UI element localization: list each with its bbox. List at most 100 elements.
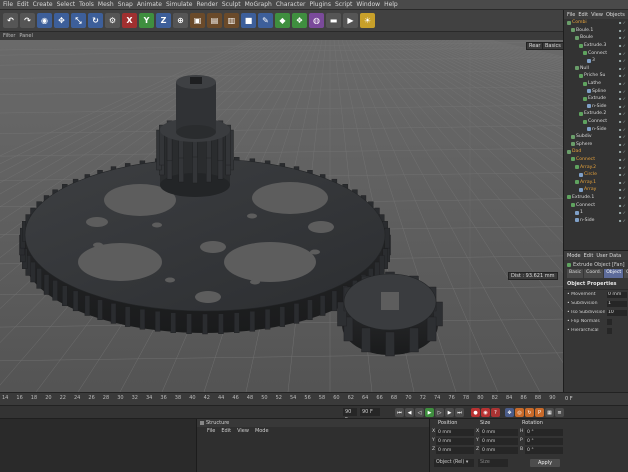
menu-item-mesh[interactable]: Mesh [98, 1, 114, 8]
position-field[interactable]: 0 mm [436, 429, 474, 436]
visibility-dots[interactable]: ▪ ✓ [619, 119, 626, 124]
timeline-ruler[interactable]: 14 16 18 20 22 24 26 28 30 32 34 36 38 40 42 44 46 48 50 52… [0, 392, 563, 405]
structure-menu-file[interactable]: File [207, 428, 215, 434]
3d-viewport[interactable]: Rear Basics Dist : 93.621 mm [0, 40, 563, 392]
edit-render-settings-icon[interactable]: ▥ [224, 13, 239, 28]
object-tree-row[interactable]: Connect ▪ ✓ [564, 118, 628, 126]
object-tree-row[interactable]: Boule ▪ ✓ [564, 34, 628, 42]
live-select-icon[interactable]: ◉ [37, 13, 52, 28]
rotation-field[interactable]: 0 ° [525, 447, 563, 454]
viewport-menu-filter[interactable]: Filter [3, 33, 15, 39]
object-tree-row[interactable]: Priche Su ▪ ✓ [564, 72, 628, 80]
size-field[interactable]: 0 mm [480, 429, 518, 436]
object-tree-row[interactable]: Array ▪ ✓ [564, 186, 628, 194]
array-icon[interactable]: ❖ [292, 13, 307, 28]
visibility-dots[interactable]: ▪ ✓ [619, 81, 626, 86]
object-tree-row[interactable]: Array.2 ▪ ✓ [564, 163, 628, 171]
visibility-dots[interactable]: ▪ ✓ [619, 58, 626, 63]
menu-item-file[interactable]: File [3, 1, 13, 8]
menu-item-snap[interactable]: Snap [118, 1, 133, 8]
object-tree-row[interactable]: Connect ▪ ✓ [564, 156, 628, 164]
visibility-dots[interactable]: ▪ ✓ [619, 43, 626, 48]
tab-object[interactable]: Object [604, 269, 624, 278]
visibility-dots[interactable]: ▪ ✓ [619, 111, 626, 116]
floor-icon[interactable]: ▬ [326, 13, 341, 28]
recent-tools-icon[interactable]: ⚙ [105, 13, 120, 28]
visibility-dots[interactable]: ▪ ✓ [619, 218, 626, 223]
object-menu-file[interactable]: File [567, 12, 575, 18]
object-tree-row[interactable]: Combi ▪ ✓ [564, 19, 628, 27]
menu-item-edit[interactable]: Edit [17, 1, 29, 8]
attribute-menu-mode[interactable]: Mode [567, 253, 581, 259]
rotation-field[interactable]: 0 ° [525, 438, 563, 445]
visibility-dots[interactable]: ▪ ✓ [619, 157, 626, 162]
param-key-icon[interactable]: P [535, 408, 544, 417]
property-value[interactable] [607, 318, 612, 325]
object-tree-row[interactable]: n-Side ▪ ✓ [564, 125, 628, 133]
goto-end-icon[interactable]: ⏭ [455, 408, 464, 417]
visibility-dots[interactable]: ▪ ✓ [619, 210, 626, 215]
y-axis-icon[interactable]: Y [139, 13, 154, 28]
visibility-dots[interactable]: ▪ ✓ [619, 149, 626, 154]
tab-caps[interactable]: Caps [624, 269, 628, 278]
object-tree-row[interactable]: Spline ▪ ✓ [564, 87, 628, 95]
structure-menu-mode[interactable]: Mode [255, 428, 269, 434]
coordinate-system-icon[interactable]: ⊕ [173, 13, 188, 28]
x-axis-icon[interactable]: X [122, 13, 137, 28]
visibility-dots[interactable]: ▪ ✓ [619, 89, 626, 94]
visibility-dots[interactable]: ▪ ✓ [619, 134, 626, 139]
size-mode-dropdown[interactable]: Size [478, 459, 508, 467]
pen-icon[interactable]: ✎ [258, 13, 273, 28]
position-field[interactable]: 0 mm [436, 447, 474, 454]
object-tree-row[interactable]: n-Side ▪ ✓ [564, 103, 628, 111]
visibility-dots[interactable]: ▪ ✓ [619, 73, 626, 78]
object-tree-row[interactable]: n-Side ▪ ✓ [564, 216, 628, 224]
visibility-dots[interactable]: ▪ ✓ [619, 28, 626, 33]
autokey-icon[interactable]: ◉ [481, 408, 490, 417]
move-icon[interactable]: ✥ [54, 13, 69, 28]
object-tree-row[interactable]: Subdiv ▪ ✓ [564, 133, 628, 141]
scale-key-icon[interactable]: ◎ [515, 408, 524, 417]
timeline-options-icon[interactable]: ≡ [555, 408, 564, 417]
coordinate-mode-dropdown[interactable]: Object (Rel) ▾ [434, 459, 474, 467]
visibility-dots[interactable]: ▪ ✓ [619, 203, 626, 208]
menu-item-create[interactable]: Create [33, 1, 53, 8]
move-key-icon[interactable]: ✥ [505, 408, 514, 417]
visibility-dots[interactable]: ▪ ✓ [619, 172, 626, 177]
property-value[interactable]: 10 [607, 309, 627, 316]
object-tree-row[interactable]: Connect ▪ ✓ [564, 201, 628, 209]
menu-item-character[interactable]: Character [276, 1, 306, 8]
menu-item-help[interactable]: Help [384, 1, 398, 8]
menu-item-sculpt[interactable]: Sculpt [222, 1, 241, 8]
attribute-menu-edit[interactable]: Edit [584, 253, 594, 259]
undo-icon[interactable]: ↶ [3, 13, 18, 28]
size-field[interactable]: 0 mm [480, 447, 518, 454]
menu-item-select[interactable]: Select [57, 1, 76, 8]
scale-icon[interactable]: ⤡ [71, 13, 86, 28]
tab-basic[interactable]: Basic [567, 269, 584, 278]
prev-frame-icon[interactable]: ◁ [415, 408, 424, 417]
object-tree-row[interactable]: Null ▪ ✓ [564, 65, 628, 73]
object-tree-row[interactable]: Extrude.1 ▪ ✓ [564, 194, 628, 202]
visibility-dots[interactable]: ▪ ✓ [619, 51, 626, 56]
redo-icon[interactable]: ↷ [20, 13, 35, 28]
render-picture-viewer-icon[interactable]: ▤ [207, 13, 222, 28]
visibility-dots[interactable]: ▪ ✓ [619, 142, 626, 147]
structure-menu-edit[interactable]: Edit [221, 428, 231, 434]
menu-item-window[interactable]: Window [356, 1, 380, 8]
position-field[interactable]: 0 mm [436, 438, 474, 445]
object-menu-objects[interactable]: Objects [606, 12, 625, 18]
keyframe-selection-icon[interactable]: ? [491, 408, 500, 417]
object-tree-row[interactable]: Extrude ▪ ✓ [564, 95, 628, 103]
goto-start-icon[interactable]: ⏮ [395, 408, 404, 417]
object-tree-row[interactable]: Boule.1 ▪ ✓ [564, 27, 628, 35]
record-icon[interactable]: ● [471, 408, 480, 417]
object-tree-row[interactable]: Extrude.3 ▪ ✓ [564, 42, 628, 50]
z-axis-icon[interactable]: Z [156, 13, 171, 28]
pla-key-icon[interactable]: ▦ [545, 408, 554, 417]
rotation-field[interactable]: 0 ° [525, 429, 563, 436]
prev-key-icon[interactable]: ◀ [405, 408, 414, 417]
menu-item-mograph[interactable]: MoGraph [245, 1, 272, 8]
structure-menu-view[interactable]: View [237, 428, 249, 434]
attribute-menu-user-data[interactable]: User Data [596, 253, 621, 259]
